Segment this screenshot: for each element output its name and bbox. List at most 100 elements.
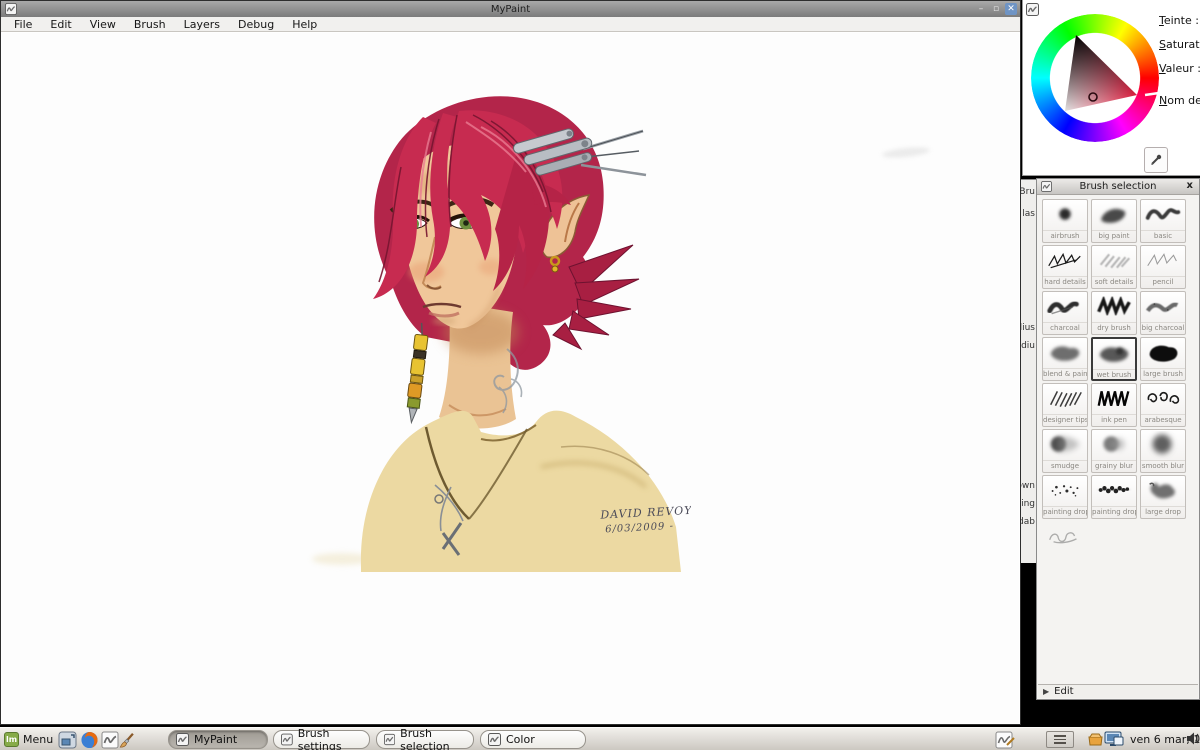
- menubar: File Edit View Brush Layers Debug Help: [1, 17, 1020, 32]
- brush-stroke-preview-icon: [1141, 200, 1185, 230]
- brush-item-hard-details[interactable]: hard details: [1042, 245, 1088, 289]
- brush-label: basic: [1141, 230, 1185, 241]
- brush-item-charcoal[interactable]: charcoal: [1042, 291, 1088, 335]
- brush-stroke-preview-icon: [1043, 292, 1087, 322]
- menu-view[interactable]: View: [81, 17, 125, 32]
- brush-item-soft-details[interactable]: soft details: [1091, 245, 1137, 289]
- main-window-titlebar[interactable]: MyPaint – ▫ ✕: [1, 1, 1020, 17]
- brush-label: arabesque: [1141, 414, 1185, 425]
- brush-item-wet-brush[interactable]: wet brush: [1091, 337, 1137, 381]
- brush-stroke-preview-icon: [1093, 339, 1135, 369]
- menu-brush[interactable]: Brush: [125, 17, 175, 32]
- taskbar: lm Menu MyPaint: [0, 727, 1200, 750]
- brush-item-basic[interactable]: basic: [1140, 199, 1186, 243]
- brush-item-airbrush[interactable]: airbrush: [1042, 199, 1088, 243]
- brush-item-dry-brush[interactable]: dry brush: [1091, 291, 1137, 335]
- close-button[interactable]: ✕: [1005, 3, 1017, 15]
- close-icon[interactable]: x: [1187, 180, 1193, 191]
- brush-item-big-charcoal[interactable]: big charcoal: [1140, 291, 1186, 335]
- mypaint-main-window: MyPaint – ▫ ✕ File Edit View Brush Layer…: [0, 0, 1021, 725]
- mypaint-logo-icon: [176, 733, 189, 746]
- mypaint-logo-icon: [488, 733, 501, 746]
- secondary-color-swatch[interactable]: [1026, 148, 1080, 174]
- mypaint-logo-icon: [384, 733, 395, 746]
- expander-arrow-icon: ▶: [1043, 687, 1049, 696]
- brush-label: smooth blur: [1141, 460, 1185, 471]
- task-button-brush-settings[interactable]: Brush settings: [273, 730, 370, 749]
- brush-item-smooth-blur[interactable]: smooth blur: [1140, 429, 1186, 473]
- menu-debug[interactable]: Debug: [229, 17, 283, 32]
- brush-item-ink-pen[interactable]: ink pen: [1091, 383, 1137, 427]
- task-label: Brush settings: [298, 727, 369, 750]
- brush-label: hard details: [1043, 276, 1087, 287]
- brush-item-pencil[interactable]: pencil: [1140, 245, 1186, 289]
- brush-label: pencil: [1141, 276, 1185, 287]
- brush-stroke-preview-icon: [1092, 200, 1136, 230]
- color-name-label: Nom de la c: [1159, 94, 1200, 107]
- brush-stroke-preview-icon: [1141, 292, 1185, 322]
- display-tray-icon[interactable]: [1104, 731, 1124, 748]
- primary-color-swatch[interactable]: [1080, 148, 1134, 174]
- task-button-mypaint[interactable]: MyPaint: [168, 730, 268, 749]
- task-label: Brush selection: [400, 727, 473, 750]
- canvas-smudge: [882, 146, 931, 160]
- brush-item-smudge[interactable]: smudge: [1042, 429, 1088, 473]
- brush-item-painting-drop-2[interactable]: painting drop 2: [1091, 475, 1137, 519]
- brush-label: painting drop 2: [1092, 506, 1136, 517]
- brush-settings-window-edge[interactable]: Bru las dius diu own ing dab: [1021, 179, 1036, 563]
- menu-edit[interactable]: Edit: [41, 17, 80, 32]
- artwork-elf-portrait: DAVID REVOY 6/03/2009 -: [331, 87, 691, 572]
- brush-item-blend-paint[interactable]: blend & paint: [1042, 337, 1088, 381]
- task-button-brush-selection[interactable]: Brush selection: [376, 730, 474, 749]
- brush-label: designer tips: [1043, 414, 1087, 425]
- brush-stroke-preview-icon: [1043, 200, 1087, 230]
- clipped-text: own: [1021, 481, 1035, 491]
- brush-item-large-drop[interactable]: large drop: [1140, 475, 1186, 519]
- brush-item-grainy-blur[interactable]: grainy blur: [1091, 429, 1137, 473]
- brush-label: ink pen: [1092, 414, 1136, 425]
- value-label: Valeur :: [1159, 62, 1200, 75]
- brush-item-big-paint[interactable]: big paint: [1091, 199, 1137, 243]
- task-label: MyPaint: [194, 733, 237, 746]
- mypaint-tray-icon[interactable]: [995, 731, 1015, 749]
- hue-marker: [1145, 93, 1159, 95]
- painting-canvas[interactable]: DAVID REVOY 6/03/2009 -: [2, 33, 1019, 723]
- brush-item-painting-drop[interactable]: painting drop: [1042, 475, 1088, 519]
- brush-label: big charcoal: [1141, 322, 1185, 333]
- firefox-icon[interactable]: [80, 731, 99, 749]
- menu-file[interactable]: File: [5, 17, 41, 32]
- sv-triangle[interactable]: [1031, 14, 1159, 142]
- brush-item-designer-tips[interactable]: designer tips: [1042, 383, 1088, 427]
- brush-window-titlebar[interactable]: Brush selection x: [1037, 179, 1199, 195]
- window-list-button[interactable]: [1046, 731, 1074, 748]
- brush-label: dry brush: [1092, 322, 1136, 333]
- volume-icon[interactable]: [1186, 731, 1200, 746]
- brush-stroke-preview-icon: [1042, 521, 1088, 551]
- menu-help[interactable]: Help: [283, 17, 326, 32]
- paintbrush-icon[interactable]: [118, 731, 137, 749]
- brush-item-large-brush[interactable]: large brush: [1140, 337, 1186, 381]
- window-title: MyPaint: [1, 4, 1020, 15]
- brush-window-title: Brush selection: [1037, 181, 1199, 192]
- brush-label: wet brush: [1093, 369, 1135, 380]
- maximize-button[interactable]: ▫: [990, 3, 1002, 15]
- hue-saturation-wheel[interactable]: [1031, 14, 1159, 142]
- menu-layers[interactable]: Layers: [175, 17, 229, 32]
- brush-item-arabesque[interactable]: arabesque: [1140, 383, 1186, 427]
- show-desktop-icon[interactable]: [58, 731, 77, 749]
- edit-expander[interactable]: ▶ Edit: [1038, 684, 1198, 698]
- brush-item-extra[interactable]: [1042, 521, 1088, 565]
- eyedropper-button[interactable]: [1144, 147, 1168, 173]
- brush-label: large drop: [1141, 506, 1185, 517]
- window-list-icon: [1054, 735, 1066, 744]
- minimize-button[interactable]: –: [975, 3, 987, 15]
- desktop: MyPaint – ▫ ✕ File Edit View Brush Layer…: [0, 0, 1200, 750]
- task-button-color[interactable]: Color: [480, 730, 586, 749]
- edit-label: Edit: [1054, 686, 1073, 697]
- brush-label: airbrush: [1043, 230, 1087, 241]
- brush-label: grainy blur: [1092, 460, 1136, 471]
- mint-menu-button[interactable]: lm Menu: [2, 730, 56, 749]
- updates-tray-icon[interactable]: [1087, 731, 1104, 747]
- brush-stroke-preview-icon: [1092, 476, 1136, 506]
- hue-label: Teinte :: [1159, 14, 1200, 27]
